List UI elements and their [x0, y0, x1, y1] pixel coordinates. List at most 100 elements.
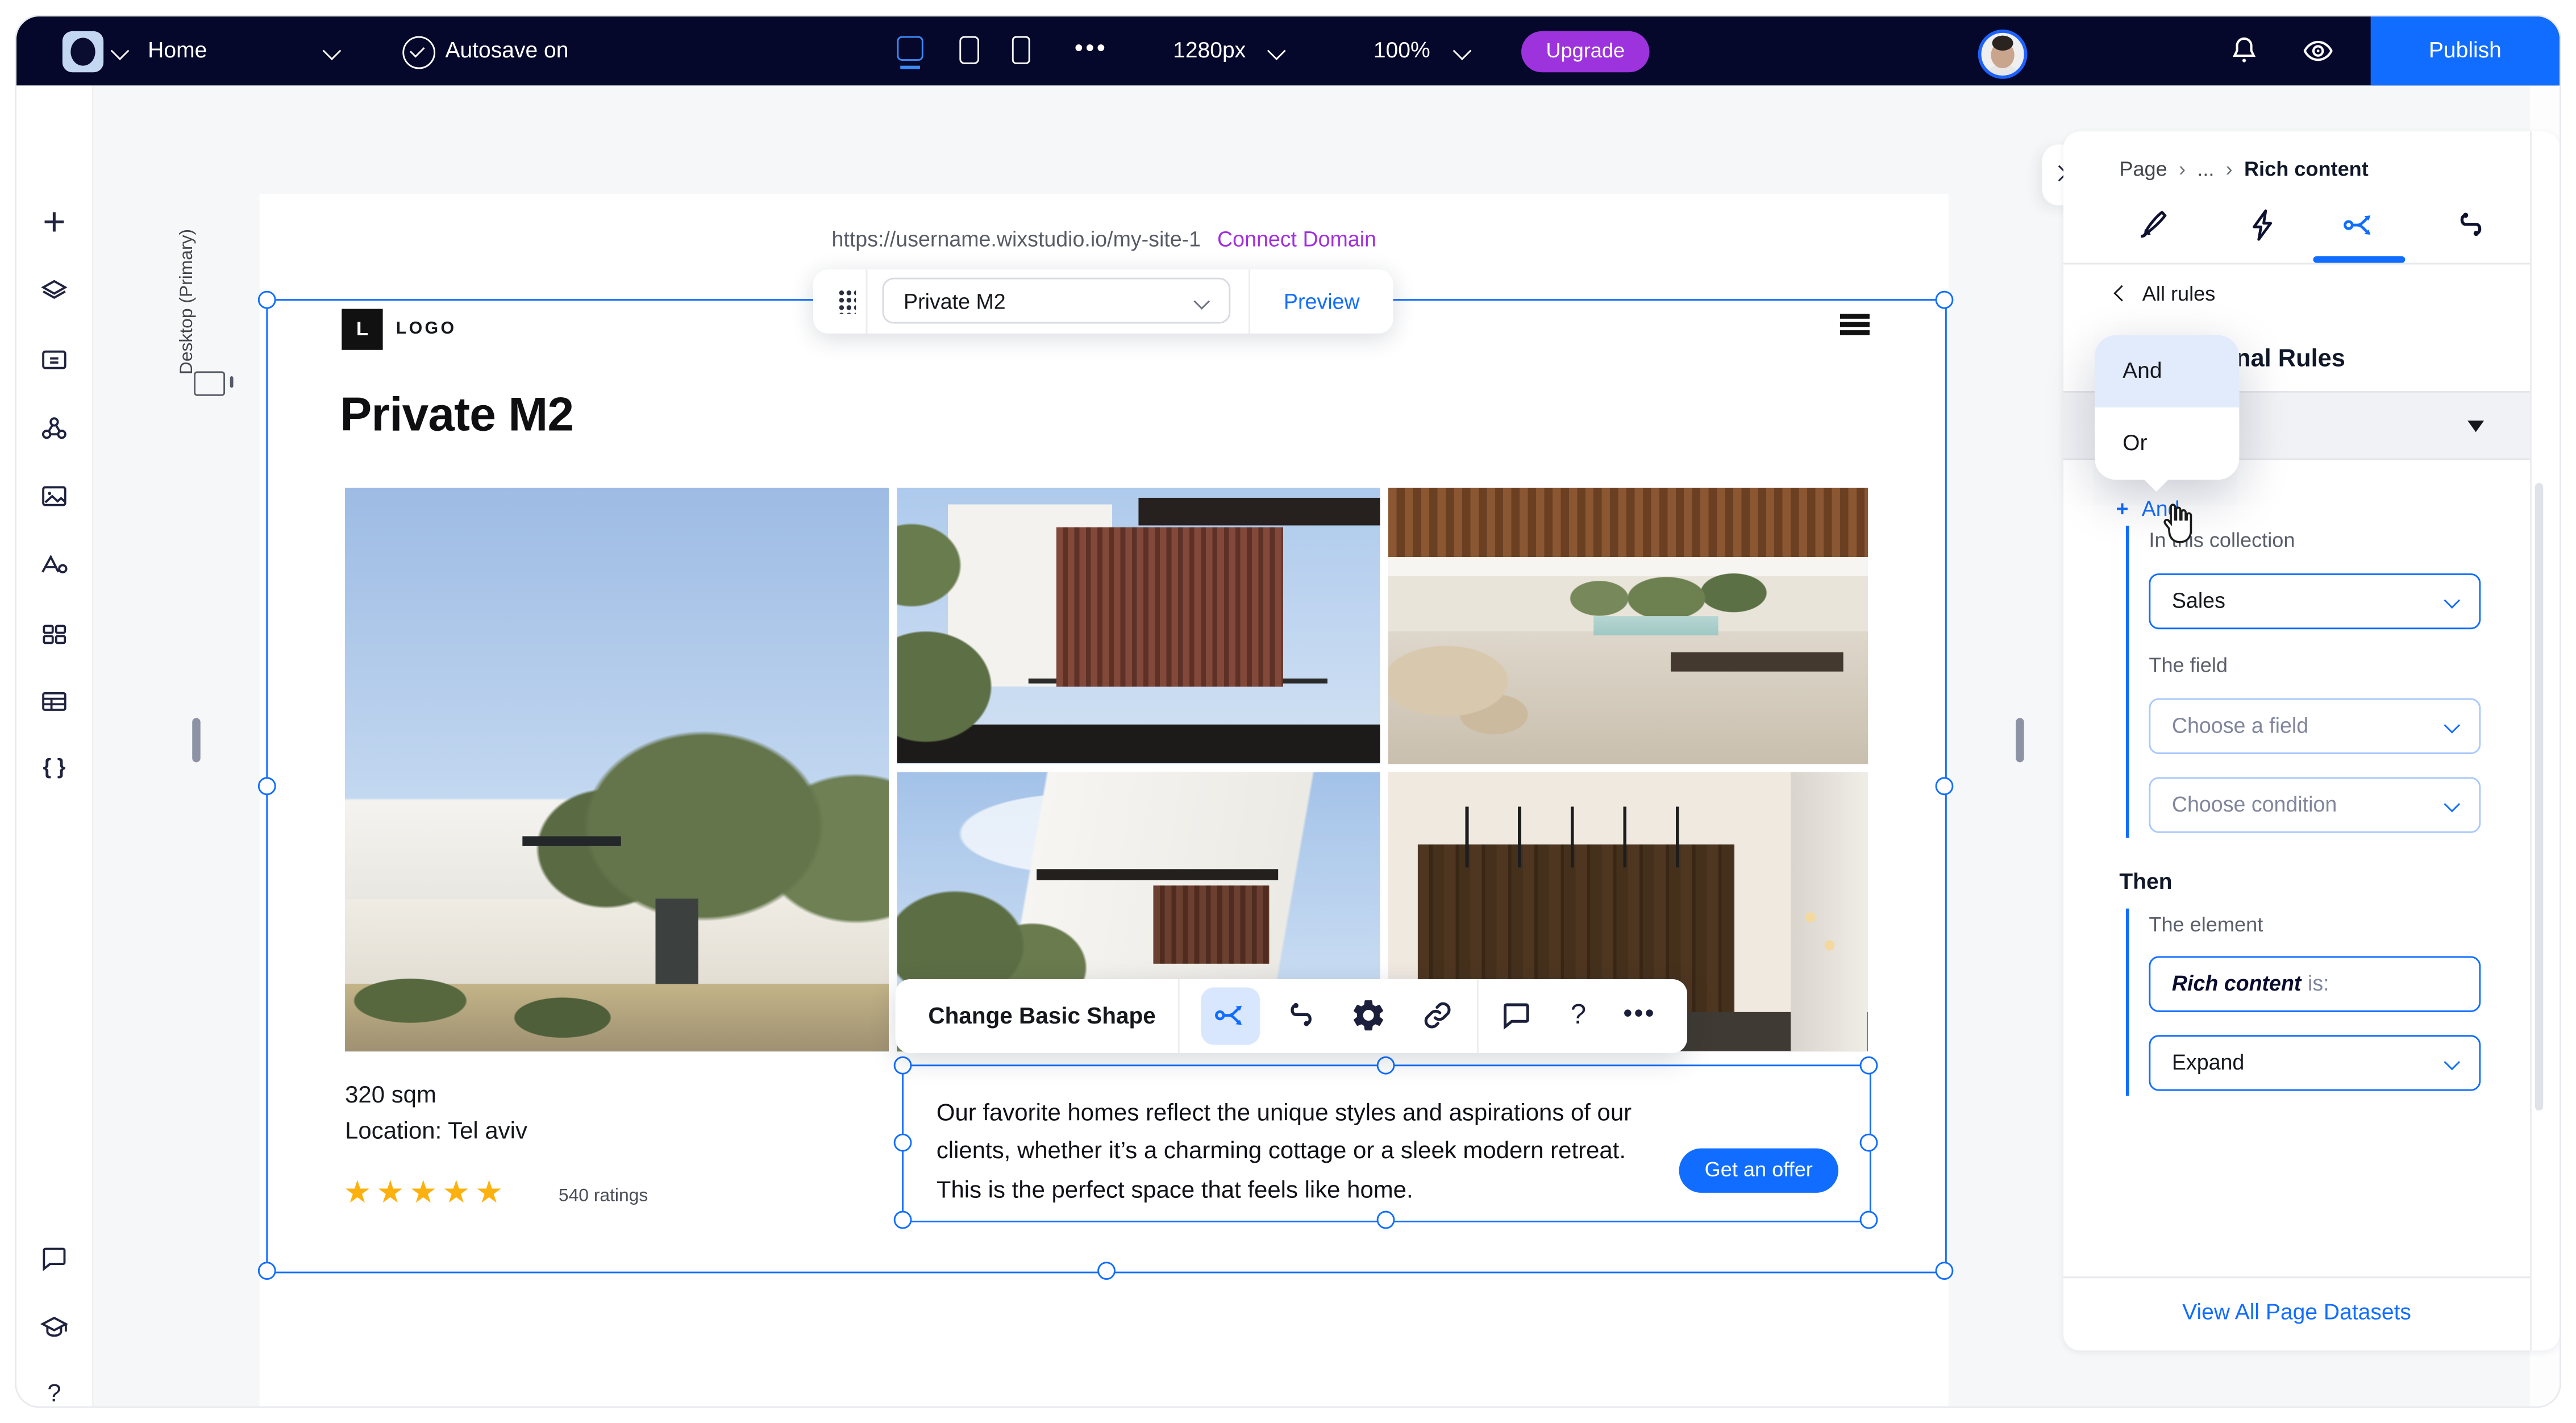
link-icon[interactable]: [1420, 997, 1456, 1034]
element-toolbar: Change Basic Shape: [896, 979, 1687, 1053]
add-element-plus-icon[interactable]: +: [16, 201, 92, 247]
avatar[interactable]: [1978, 30, 2028, 79]
collection-select[interactable]: Sales: [2149, 573, 2481, 629]
media-image-icon[interactable]: [38, 480, 70, 513]
rating-count: 540 ratings: [559, 1186, 648, 1206]
action-select[interactable]: Expand: [2149, 1035, 2481, 1091]
layers-icon[interactable]: [38, 274, 70, 307]
back-to-all-rules[interactable]: All rules: [2116, 282, 2216, 305]
widgets-icon[interactable]: [38, 618, 70, 651]
action-value: Expand: [2172, 1050, 2244, 1074]
menu-item-or[interactable]: Or: [2095, 407, 2239, 480]
site-logo[interactable]: L: [342, 309, 382, 350]
page-sections-icon[interactable]: [38, 343, 70, 376]
conditions-branch-icon[interactable]: [1213, 997, 1249, 1034]
connections-icon[interactable]: [38, 413, 70, 446]
tab-conditions-branch-icon[interactable]: [2341, 207, 2378, 243]
hamburger-menu-icon[interactable]: [1840, 314, 1870, 335]
inspector-panel: Page... Rich content: [2063, 131, 2560, 1350]
field-label: The field: [2149, 654, 2228, 677]
mobile-breakpoint-icon[interactable]: [1012, 36, 1030, 64]
breakpoint-width[interactable]: 1280px: [1173, 16, 1246, 85]
panel-scroll-track: [2530, 131, 2532, 1350]
connect-hook-icon[interactable]: [1283, 997, 1320, 1034]
change-shape-button[interactable]: Change Basic Shape: [928, 979, 1155, 1053]
breadcrumb: Page...Rich content: [2119, 158, 2368, 181]
field-select[interactable]: Choose a field: [2149, 698, 2481, 754]
site-url-row: https://username.wixstudio.io/my-site-1 C…: [260, 227, 1949, 251]
logo-chevron-down-icon[interactable]: [111, 41, 130, 60]
field-placeholder: Choose a field: [2172, 713, 2308, 738]
chevron-down-icon: [2444, 1054, 2460, 1071]
gallery-photo-living-room[interactable]: [1388, 488, 1868, 764]
site-title[interactable]: Private M2: [340, 389, 573, 443]
then-label: Then: [2119, 869, 2172, 893]
editor-stage: Home Autosave on ••• 1280px 100% Upgrade…: [0, 0, 2576, 1423]
panel-scrollbar-thumb[interactable]: [2535, 483, 2543, 1110]
get-offer-button[interactable]: Get an offer: [1679, 1149, 1838, 1193]
collection-value: Sales: [2172, 588, 2225, 613]
logic-dropdown-menu: And Or: [2095, 335, 2239, 480]
condition-select[interactable]: Choose condition: [2149, 777, 2481, 833]
preview-eye-icon[interactable]: [2302, 35, 2334, 68]
upgrade-button[interactable]: Upgrade: [1521, 31, 1649, 72]
breakpoint-device-label: Desktop (Primary): [177, 197, 197, 375]
canvas-resize-handle-right[interactable]: [2016, 718, 2024, 762]
page-selector-chevron-icon[interactable]: [323, 41, 342, 60]
notifications-bell-icon[interactable]: [2228, 35, 2261, 68]
gallery-photo-exterior[interactable]: [345, 488, 889, 1052]
page-dropdown[interactable]: Private M2: [882, 278, 1230, 324]
autosave-status[interactable]: Autosave on: [445, 16, 568, 85]
tab-design-brush-icon[interactable]: [2134, 207, 2170, 243]
element-suffix: is:: [2308, 971, 2329, 996]
help-icon[interactable]: ?: [16, 1380, 92, 1406]
more-breakpoints-icon[interactable]: •••: [1075, 16, 1108, 85]
cloud-check-icon: [402, 36, 435, 69]
site-description: Our favorite homes reflect the unique st…: [937, 1096, 1639, 1212]
code-icon[interactable]: { }: [16, 754, 92, 779]
drag-handle-icon[interactable]: [838, 289, 856, 314]
desktop-breakpoint-icon[interactable]: [897, 36, 923, 61]
select-caret-icon: [2467, 421, 2484, 432]
element-label: The element: [2149, 913, 2263, 936]
site-url: https://username.wixstudio.io/my-site-1: [832, 227, 1201, 251]
page-selector[interactable]: Home: [148, 16, 207, 85]
settings-gear-icon[interactable]: [1350, 997, 1387, 1034]
chevron-down-icon: [2444, 796, 2460, 813]
element-target-box[interactable]: Rich content is:: [2149, 956, 2481, 1012]
breadcrumb-ellipsis[interactable]: ...: [2197, 158, 2214, 181]
publish-button[interactable]: Publish: [2371, 16, 2560, 85]
chat-icon[interactable]: [38, 1242, 70, 1275]
preview-button[interactable]: Preview: [1250, 269, 1393, 334]
comment-icon[interactable]: [1499, 997, 1535, 1034]
canvas-resize-handle-left[interactable]: [192, 718, 200, 762]
desktop-primary-icon: [194, 371, 225, 396]
table-icon[interactable]: [38, 685, 70, 718]
more-options-icon[interactable]: •••: [1623, 979, 1655, 1053]
site-area-text: 320 sqm: [345, 1083, 436, 1109]
view-all-datasets-link[interactable]: View All Page Datasets: [2063, 1300, 2530, 1324]
tab-connect-hook-icon[interactable]: [2453, 207, 2489, 243]
element-name: Rich content: [2172, 971, 2302, 996]
tablet-breakpoint-icon[interactable]: [959, 36, 979, 64]
site-logo-word: LOGO: [396, 319, 457, 339]
page-dropdown-value: Private M2: [904, 289, 1006, 314]
text-icon[interactable]: [38, 549, 70, 582]
top-bar: Home Autosave on ••• 1280px 100% Upgrade…: [16, 16, 2560, 85]
gallery-photo-facade[interactable]: [897, 488, 1380, 764]
active-tab-underline: [2313, 256, 2405, 262]
hand-cursor-icon: [2155, 500, 2202, 549]
site-location-text: Location: Tel aviv: [345, 1119, 527, 1145]
tool-sidebar: +: [16, 85, 94, 1406]
star-rating: [343, 1175, 508, 1212]
tab-interactions-lightning-icon[interactable]: [2246, 207, 2282, 243]
connect-domain-link[interactable]: Connect Domain: [1217, 227, 1376, 251]
breadcrumb-page[interactable]: Page: [2119, 158, 2167, 181]
academy-icon[interactable]: [38, 1311, 70, 1344]
studio-logo-icon[interactable]: [63, 31, 103, 72]
help-icon[interactable]: ?: [1571, 979, 1586, 1053]
zoom-chevron-icon[interactable]: [1453, 41, 1472, 60]
breakpoint-chevron-icon[interactable]: [1267, 41, 1286, 60]
menu-item-and[interactable]: And: [2095, 335, 2239, 407]
zoom-level[interactable]: 100%: [1374, 16, 1430, 85]
